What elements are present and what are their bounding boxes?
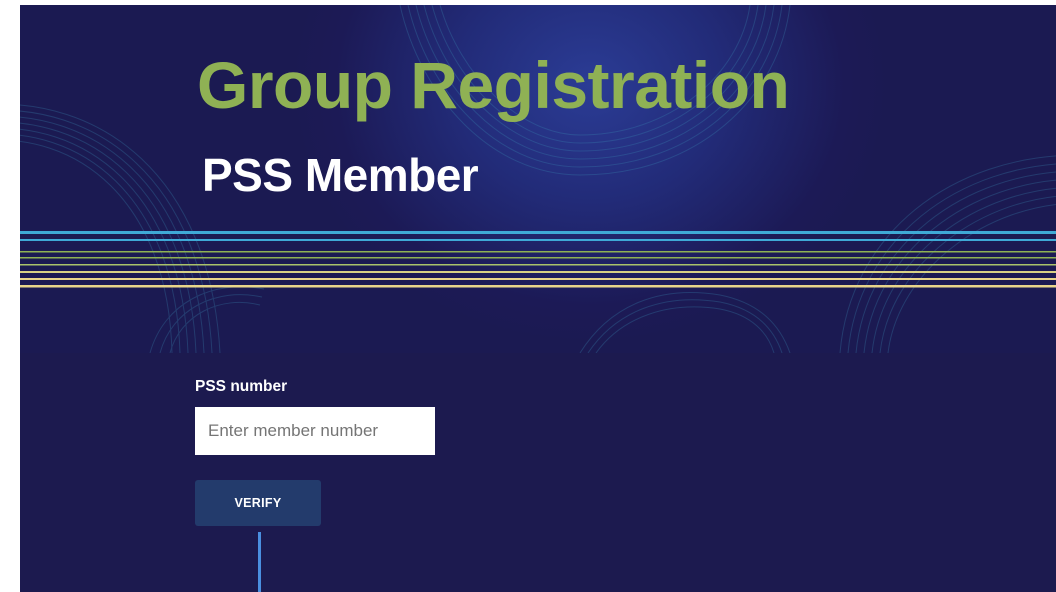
verify-button[interactable]: VERIFY xyxy=(195,480,321,526)
focus-indicator-line xyxy=(258,532,261,592)
hero-banner: Group Registration PSS Member xyxy=(20,5,1056,353)
pss-number-label: PSS number xyxy=(195,378,288,395)
page-title: Group Registration xyxy=(197,48,790,122)
page-viewport: Group Registration PSS Member PSS number… xyxy=(20,5,1056,592)
pss-number-input[interactable] xyxy=(195,407,435,455)
page-subtitle: PSS Member xyxy=(202,149,479,201)
pss-verify-form: PSS number VERIFY xyxy=(195,377,595,526)
stripe-band xyxy=(20,231,1056,288)
